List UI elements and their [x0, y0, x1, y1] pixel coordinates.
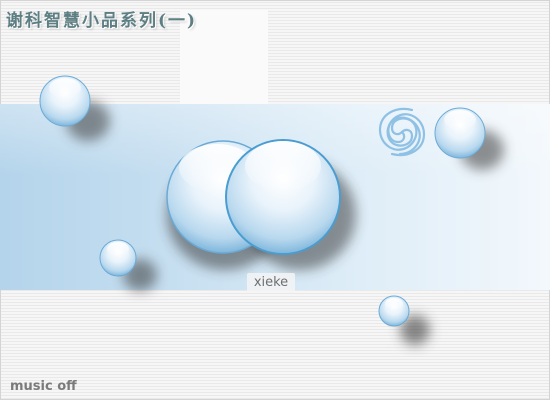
stage: 谢科智慧小品系列(一) xieke music off: [0, 0, 550, 400]
caption-label: xieke: [247, 273, 295, 293]
big-bubble-right: [225, 139, 341, 255]
spiral-icon: [378, 107, 426, 157]
bubble-scene: [39, 75, 504, 345]
bubble-top-left: [39, 75, 91, 127]
bubble-lower-left: [99, 239, 137, 277]
music-toggle-button[interactable]: music off: [10, 379, 77, 394]
bubble-bottom-right: [378, 295, 410, 327]
bubble-top-right: [434, 107, 486, 159]
